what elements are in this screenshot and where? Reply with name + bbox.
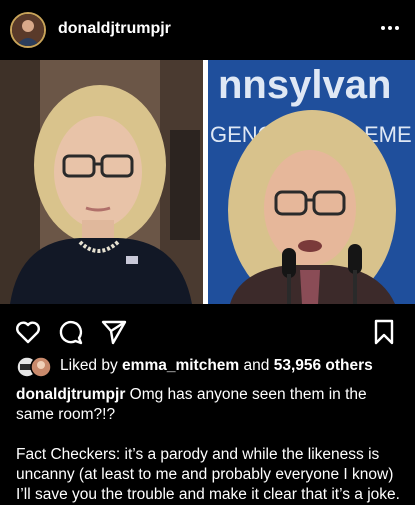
likes-summary: Liked by emma_mitchem and 53,956 others [60,357,373,375]
post-image[interactable]: nnsylvan GENC EME [0,60,415,304]
caption-text: Omg has anyone seen them in the same roo… [16,386,400,503]
post-header: donaldjtrumpjr [0,0,415,60]
likes-middle: and [239,357,274,374]
post-actions [0,312,415,348]
profile-avatar[interactable] [10,12,46,48]
likes-prefix: Liked by [60,357,123,374]
liked-by-user[interactable]: emma_mitchem [122,357,239,374]
more-horizontal-icon[interactable] [379,20,401,36]
bookmark-icon[interactable] [370,318,398,346]
comment-icon[interactable] [56,318,84,346]
caption-author[interactable]: donaldjtrumpjr [16,386,125,403]
sign-text-top: nnsylvan [218,63,391,107]
left-portrait [0,60,203,304]
post-caption: donaldjtrumpjr Omg has anyone seen them … [16,385,408,505]
likes-count[interactable]: 53,956 others [274,357,373,374]
right-portrait: nnsylvan GENC EME [208,60,415,304]
send-icon[interactable] [100,318,128,346]
liker-avatars[interactable] [16,356,52,378]
likes-row: Liked by emma_mitchem and 53,956 others [16,356,406,378]
heart-icon[interactable] [14,318,42,346]
post-username[interactable]: donaldjtrumpjr [58,20,171,38]
